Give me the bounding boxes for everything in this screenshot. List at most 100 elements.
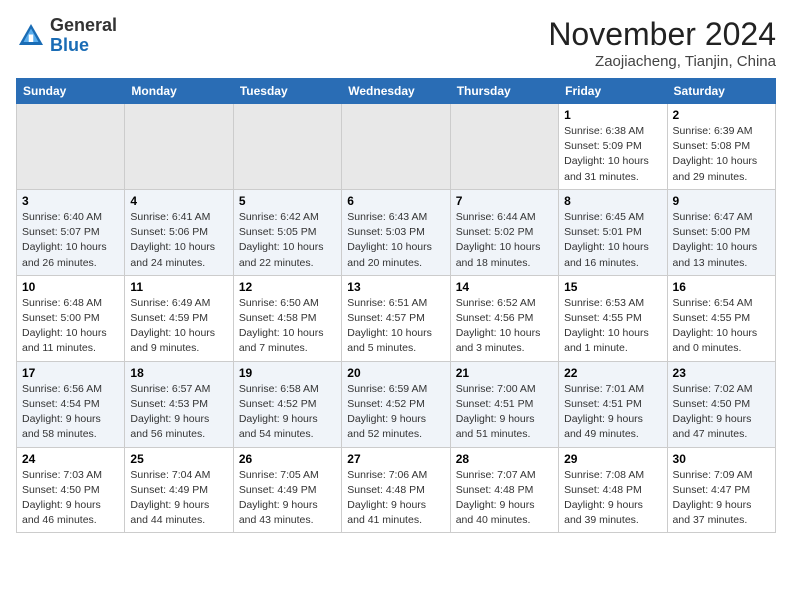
day-number: 12 [239, 280, 336, 294]
calendar-cell: 14 Sunrise: 6:52 AM Sunset: 4:56 PM Dayli… [450, 275, 558, 361]
day-info: Sunrise: 6:54 AM Sunset: 4:55 PM Dayligh… [673, 296, 770, 357]
day-info: Sunrise: 7:04 AM Sunset: 4:49 PM Dayligh… [130, 468, 227, 529]
calendar-cell: 24 Sunrise: 7:03 AM Sunset: 4:50 PM Dayli… [17, 447, 125, 533]
day-number: 26 [239, 452, 336, 466]
day-number: 27 [347, 452, 444, 466]
day-info: Sunrise: 6:51 AM Sunset: 4:57 PM Dayligh… [347, 296, 444, 357]
calendar-cell: 4Sunrise: 6:41 AM Sunset: 5:06 PM Daylig… [125, 189, 233, 275]
calendar-cell: 6 Sunrise: 6:43 AM Sunset: 5:03 PM Daylig… [342, 189, 450, 275]
weekday-header-wednesday: Wednesday [342, 79, 450, 104]
day-info: Sunrise: 6:58 AM Sunset: 4:52 PM Dayligh… [239, 382, 336, 443]
day-info: Sunrise: 7:08 AM Sunset: 4:48 PM Dayligh… [564, 468, 661, 529]
day-number: 15 [564, 280, 661, 294]
day-number: 24 [22, 452, 119, 466]
day-info: Sunrise: 6:57 AM Sunset: 4:53 PM Dayligh… [130, 382, 227, 443]
day-number: 22 [564, 366, 661, 380]
day-info: Sunrise: 7:03 AM Sunset: 4:50 PM Dayligh… [22, 468, 119, 529]
weekday-header-friday: Friday [559, 79, 667, 104]
calendar-cell: 2 Sunrise: 6:39 AM Sunset: 5:08 PM Daylig… [667, 104, 775, 190]
day-number: 29 [564, 452, 661, 466]
weekday-header-thursday: Thursday [450, 79, 558, 104]
day-number: 16 [673, 280, 770, 294]
day-number: 19 [239, 366, 336, 380]
weekday-header-monday: Monday [125, 79, 233, 104]
day-number: 5 [239, 194, 336, 208]
calendar-cell: 23Sunrise: 7:02 AM Sunset: 4:50 PM Dayli… [667, 361, 775, 447]
calendar-cell: 22 Sunrise: 7:01 AM Sunset: 4:51 PM Dayli… [559, 361, 667, 447]
day-number: 3 [22, 194, 119, 208]
day-info: Sunrise: 6:56 AM Sunset: 4:54 PM Dayligh… [22, 382, 119, 443]
calendar-cell: 21 Sunrise: 7:00 AM Sunset: 4:51 PM Dayli… [450, 361, 558, 447]
calendar-cell: 28 Sunrise: 7:07 AM Sunset: 4:48 PM Dayli… [450, 447, 558, 533]
day-info: Sunrise: 6:40 AM Sunset: 5:07 PM Dayligh… [22, 210, 119, 271]
day-number: 4 [130, 194, 227, 208]
calendar-cell [125, 104, 233, 190]
calendar-cell: 1Sunrise: 6:38 AM Sunset: 5:09 PM Daylig… [559, 104, 667, 190]
calendar-table: SundayMondayTuesdayWednesdayThursdayFrid… [16, 78, 776, 533]
calendar-cell: 13 Sunrise: 6:51 AM Sunset: 4:57 PM Dayli… [342, 275, 450, 361]
day-info: Sunrise: 6:45 AM Sunset: 5:01 PM Dayligh… [564, 210, 661, 271]
month-title: November 2024 [548, 16, 776, 53]
day-info: Sunrise: 7:01 AM Sunset: 4:51 PM Dayligh… [564, 382, 661, 443]
calendar-cell: 18 Sunrise: 6:57 AM Sunset: 4:53 PM Dayli… [125, 361, 233, 447]
day-info: Sunrise: 7:02 AM Sunset: 4:50 PM Dayligh… [673, 382, 770, 443]
calendar-cell: 10 Sunrise: 6:48 AM Sunset: 5:00 PM Dayli… [17, 275, 125, 361]
day-number: 20 [347, 366, 444, 380]
day-info: Sunrise: 6:53 AM Sunset: 4:55 PM Dayligh… [564, 296, 661, 357]
day-number: 10 [22, 280, 119, 294]
day-info: Sunrise: 7:09 AM Sunset: 4:47 PM Dayligh… [673, 468, 770, 529]
page-header: General Blue November 2024 Zaojiacheng, … [16, 16, 776, 70]
day-info: Sunrise: 6:59 AM Sunset: 4:52 PM Dayligh… [347, 382, 444, 443]
day-info: Sunrise: 7:07 AM Sunset: 4:48 PM Dayligh… [456, 468, 553, 529]
day-number: 2 [673, 108, 770, 122]
day-number: 28 [456, 452, 553, 466]
logo-general-text: General [50, 16, 117, 36]
calendar-cell: 20 Sunrise: 6:59 AM Sunset: 4:52 PM Dayli… [342, 361, 450, 447]
calendar-week-5: 24 Sunrise: 7:03 AM Sunset: 4:50 PM Dayli… [17, 447, 776, 533]
calendar-cell: 27 Sunrise: 7:06 AM Sunset: 4:48 PM Dayli… [342, 447, 450, 533]
day-number: 21 [456, 366, 553, 380]
calendar-cell: 16 Sunrise: 6:54 AM Sunset: 4:55 PM Dayli… [667, 275, 775, 361]
weekday-header-tuesday: Tuesday [233, 79, 341, 104]
calendar-cell: 29 Sunrise: 7:08 AM Sunset: 4:48 PM Dayli… [559, 447, 667, 533]
calendar-week-1: 1Sunrise: 6:38 AM Sunset: 5:09 PM Daylig… [17, 104, 776, 190]
day-info: Sunrise: 6:48 AM Sunset: 5:00 PM Dayligh… [22, 296, 119, 357]
location-subtitle: Zaojiacheng, Tianjin, China [548, 53, 776, 70]
calendar-cell [450, 104, 558, 190]
day-info: Sunrise: 7:06 AM Sunset: 4:48 PM Dayligh… [347, 468, 444, 529]
weekday-header-sunday: Sunday [17, 79, 125, 104]
day-info: Sunrise: 6:43 AM Sunset: 5:03 PM Dayligh… [347, 210, 444, 271]
calendar-cell: 17Sunrise: 6:56 AM Sunset: 4:54 PM Dayli… [17, 361, 125, 447]
calendar-cell: 26 Sunrise: 7:05 AM Sunset: 4:49 PM Dayli… [233, 447, 341, 533]
day-number: 18 [130, 366, 227, 380]
day-info: Sunrise: 7:05 AM Sunset: 4:49 PM Dayligh… [239, 468, 336, 529]
calendar-cell: 12 Sunrise: 6:50 AM Sunset: 4:58 PM Dayli… [233, 275, 341, 361]
day-info: Sunrise: 6:49 AM Sunset: 4:59 PM Dayligh… [130, 296, 227, 357]
title-block: November 2024 Zaojiacheng, Tianjin, Chin… [548, 16, 776, 70]
day-number: 6 [347, 194, 444, 208]
calendar-cell: 7 Sunrise: 6:44 AM Sunset: 5:02 PM Daylig… [450, 189, 558, 275]
calendar-cell [233, 104, 341, 190]
calendar-week-4: 17Sunrise: 6:56 AM Sunset: 4:54 PM Dayli… [17, 361, 776, 447]
calendar-cell [342, 104, 450, 190]
calendar-week-3: 10 Sunrise: 6:48 AM Sunset: 5:00 PM Dayli… [17, 275, 776, 361]
calendar-cell: 30Sunrise: 7:09 AM Sunset: 4:47 PM Dayli… [667, 447, 775, 533]
day-info: Sunrise: 6:42 AM Sunset: 5:05 PM Dayligh… [239, 210, 336, 271]
day-info: Sunrise: 7:00 AM Sunset: 4:51 PM Dayligh… [456, 382, 553, 443]
calendar-cell: 25Sunrise: 7:04 AM Sunset: 4:49 PM Dayli… [125, 447, 233, 533]
calendar-cell: 15 Sunrise: 6:53 AM Sunset: 4:55 PM Dayli… [559, 275, 667, 361]
calendar-week-2: 3 Sunrise: 6:40 AM Sunset: 5:07 PM Daylig… [17, 189, 776, 275]
calendar-cell: 19 Sunrise: 6:58 AM Sunset: 4:52 PM Dayli… [233, 361, 341, 447]
day-info: Sunrise: 6:39 AM Sunset: 5:08 PM Dayligh… [673, 124, 770, 185]
weekday-header-saturday: Saturday [667, 79, 775, 104]
day-info: Sunrise: 6:44 AM Sunset: 5:02 PM Dayligh… [456, 210, 553, 271]
calendar-cell: 11 Sunrise: 6:49 AM Sunset: 4:59 PM Dayli… [125, 275, 233, 361]
day-number: 14 [456, 280, 553, 294]
day-number: 7 [456, 194, 553, 208]
day-info: Sunrise: 6:52 AM Sunset: 4:56 PM Dayligh… [456, 296, 553, 357]
day-info: Sunrise: 6:47 AM Sunset: 5:00 PM Dayligh… [673, 210, 770, 271]
calendar-cell: 9Sunrise: 6:47 AM Sunset: 5:00 PM Daylig… [667, 189, 775, 275]
day-number: 11 [130, 280, 227, 294]
day-info: Sunrise: 6:50 AM Sunset: 4:58 PM Dayligh… [239, 296, 336, 357]
day-number: 13 [347, 280, 444, 294]
